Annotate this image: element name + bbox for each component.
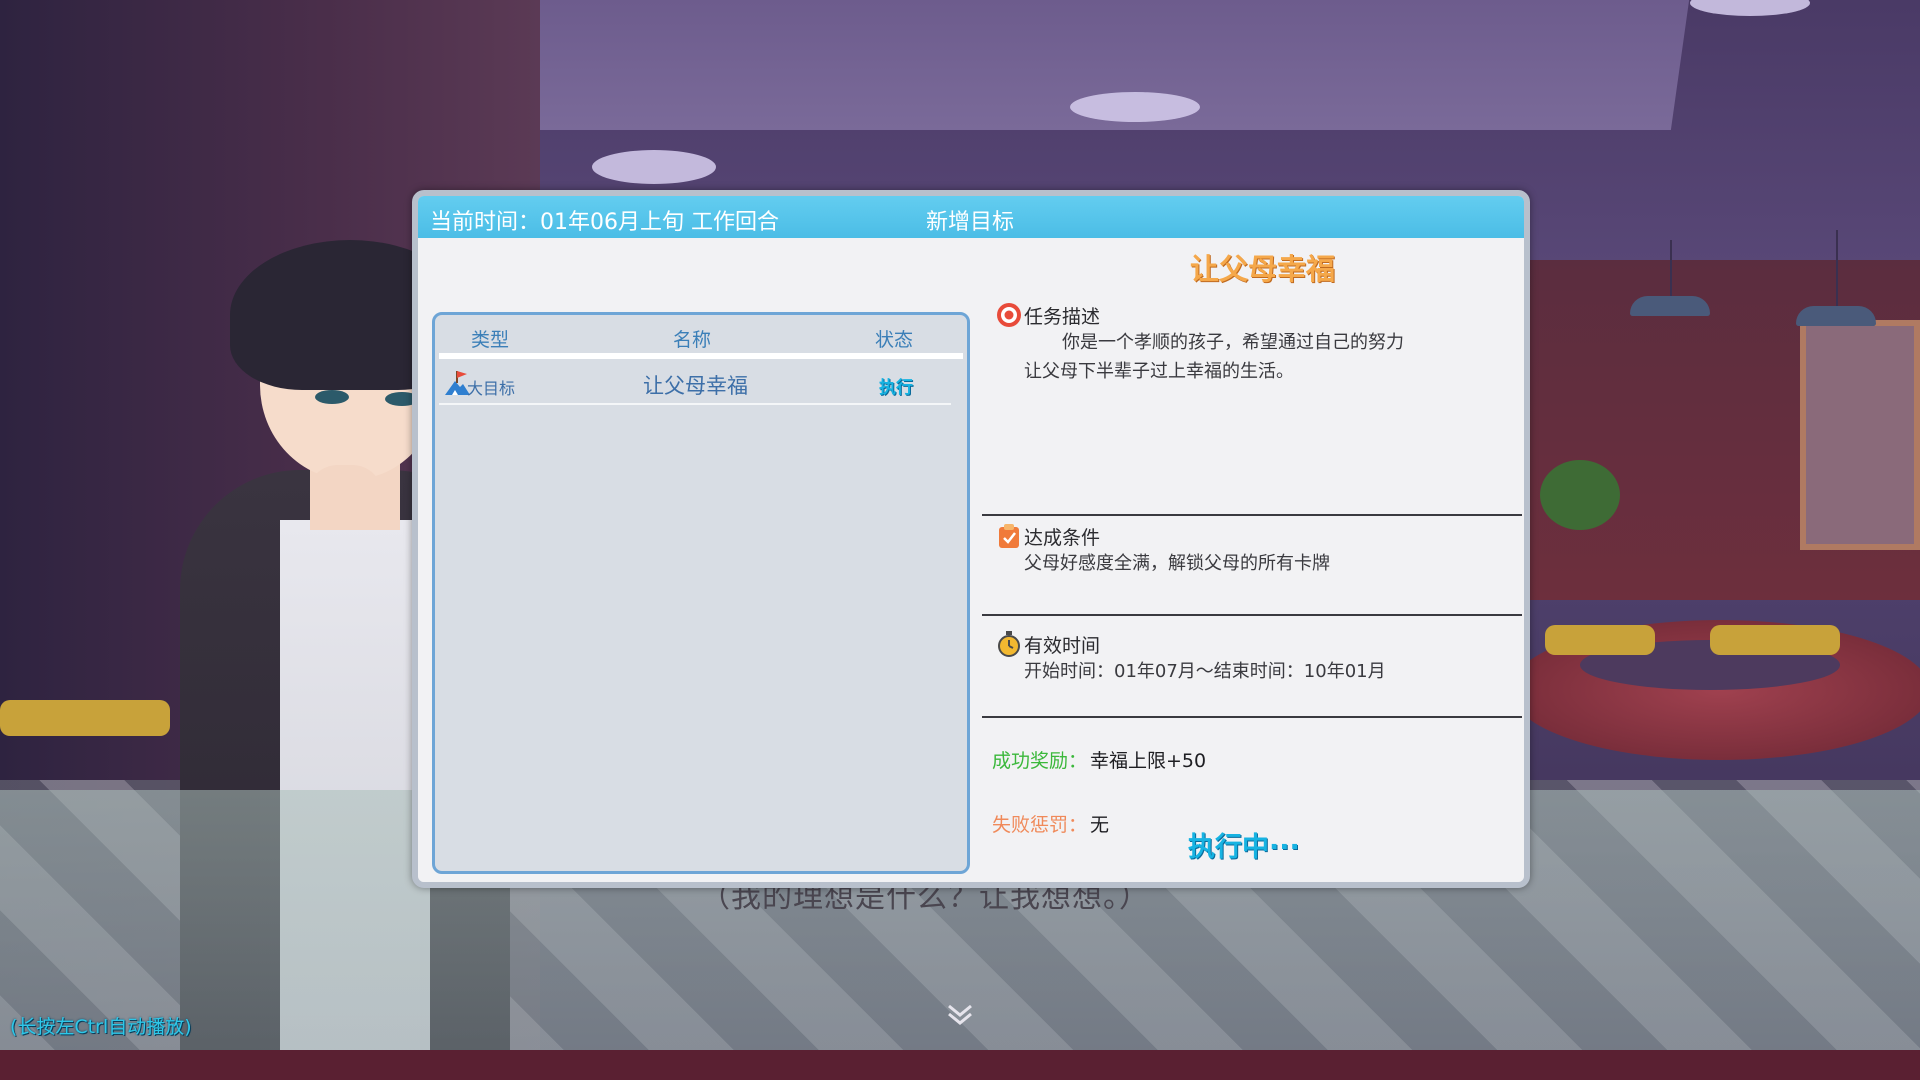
new-goal-dialog: 当前时间：01年06月上旬 工作回合 新增目标 类型 名称 状态 大目标 让父母… <box>412 190 1530 888</box>
bottom-strip <box>0 1050 1920 1080</box>
pendant-lamp <box>1796 306 1876 326</box>
chair <box>0 700 170 736</box>
valid-time-heading: 有效时间 <box>1024 635 1101 657</box>
valid-time-text: 开始时间：01年07月～结束时间：10年01月 <box>1024 661 1386 682</box>
column-header-status: 状态 <box>875 329 914 351</box>
description-line-2: 让父母下半辈子过上幸福的生活。 <box>1024 361 1294 382</box>
character-hand <box>310 465 380 525</box>
description-heading: 任务描述 <box>1024 306 1101 328</box>
goal-detail-title: 让父母幸福 <box>1190 252 1336 286</box>
condition-text: 父母好感度全满，解锁父母的所有卡牌 <box>1024 553 1330 574</box>
goal-name: 让父母幸福 <box>643 374 748 398</box>
autoplay-hint: (长按左Ctrl自动播放) <box>10 1016 192 1038</box>
goal-status: 执行 <box>879 378 913 398</box>
section-divider <box>982 514 1522 516</box>
failure-penalty-value: 无 <box>1090 814 1110 836</box>
dialog-body: 类型 名称 状态 大目标 让父母幸福 执行 让父母幸福 任务描述 你是一个孝顺的… <box>418 238 1524 882</box>
ceiling-light <box>592 150 716 184</box>
dialog-title: 新增目标 <box>926 210 1015 235</box>
success-reward-value: 幸福上限+50 <box>1090 750 1207 772</box>
current-time-value: 01年06月上旬 工作回合 <box>540 210 779 235</box>
goal-row[interactable]: 大目标 让父母幸福 执行 <box>439 363 951 405</box>
stopwatch-icon <box>996 631 1022 657</box>
ceiling-light <box>1070 92 1200 122</box>
goal-list: 类型 名称 状态 大目标 让父母幸福 执行 <box>432 312 970 874</box>
goal-type: 大目标 <box>467 379 516 398</box>
current-time-label: 当前时间： <box>430 210 541 235</box>
pendant-lamp <box>1630 296 1710 316</box>
column-header-type: 类型 <box>471 329 510 351</box>
clipboard-check-icon <box>996 523 1022 549</box>
executing-status: 执行中··· <box>1188 832 1300 863</box>
chevron-down-icon[interactable] <box>945 1002 975 1028</box>
dialog-header: 当前时间：01年06月上旬 工作回合 新增目标 <box>418 196 1524 238</box>
section-divider <box>982 614 1522 616</box>
section-divider <box>982 716 1522 718</box>
potted-plant <box>1540 460 1620 530</box>
chair <box>1710 625 1840 655</box>
ceiling <box>370 0 1690 130</box>
bottle-shelf <box>1800 320 1920 550</box>
description-line-1: 你是一个孝顺的孩子，希望通过自己的努力 <box>1062 332 1404 353</box>
target-icon <box>996 302 1022 328</box>
condition-heading: 达成条件 <box>1024 527 1101 549</box>
column-header-name: 名称 <box>673 329 712 351</box>
success-reward-label: 成功奖励： <box>992 750 1088 772</box>
character-eye <box>315 390 349 404</box>
failure-penalty-label: 失败惩罚： <box>992 814 1088 836</box>
list-header-divider <box>439 353 963 359</box>
current-time: 当前时间：01年06月上旬 工作回合 <box>430 204 779 236</box>
list-header: 类型 名称 状态 <box>435 325 967 355</box>
chair <box>1545 625 1655 655</box>
